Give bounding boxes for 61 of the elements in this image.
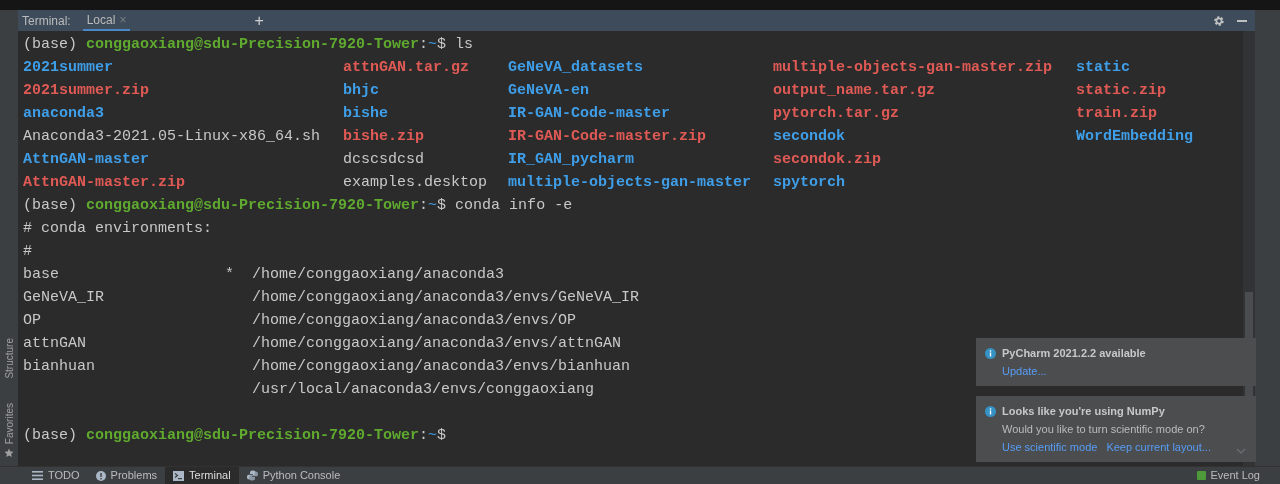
prompt-line: (base) conggaoxiang@sdu-Precision-7920-Tower:~$ ls bbox=[23, 35, 474, 55]
env-name: OP bbox=[23, 312, 41, 329]
notification-text: Would you like to turn scientific mode on? bbox=[1002, 423, 1205, 435]
env-path: /home/conggaoxiang/anaconda3/envs/GeNeVA_IR bbox=[252, 288, 640, 308]
env-path: /home/conggaoxiang/anaconda3/envs/attnGAN bbox=[252, 334, 622, 354]
file-name: static.zip bbox=[1076, 82, 1166, 99]
file-name: bhjc bbox=[343, 82, 379, 99]
file-name: 2021summer.zip bbox=[23, 82, 150, 99]
file-name: Anaconda3-2021.05-Linux-x86_64.sh bbox=[23, 128, 321, 145]
file-name: multiple-objects-gan-master bbox=[508, 174, 752, 191]
event-log-button[interactable]: Event Log bbox=[1197, 467, 1280, 484]
file-name: AttnGAN-master bbox=[23, 151, 150, 168]
file-name: IR-GAN-Code-master bbox=[508, 105, 671, 122]
env-name: attnGAN bbox=[23, 335, 86, 352]
file-name: IR_GAN_pycharm bbox=[508, 151, 635, 168]
env-path: /home/conggaoxiang/anaconda3 bbox=[252, 265, 505, 285]
env-name: bianhuan bbox=[23, 358, 95, 375]
file-name: secondok bbox=[773, 128, 845, 145]
file-name: IR-GAN-Code-master.zip bbox=[508, 128, 707, 145]
file-name: spytorch bbox=[773, 174, 845, 191]
file-name: 2021summer bbox=[23, 59, 113, 76]
add-tab-button[interactable]: + bbox=[254, 12, 264, 29]
active-marker: * bbox=[225, 266, 234, 283]
file-name: output_name.tar.gz bbox=[773, 82, 936, 99]
tool-tab[interactable]: Problems bbox=[87, 467, 166, 484]
file-name: multiple-objects-gan-master.zip bbox=[773, 59, 1053, 76]
tool-tab[interactable]: Python Console bbox=[238, 467, 349, 484]
tool-tab[interactable]: Terminal bbox=[165, 467, 239, 484]
session-tab[interactable]: Local × bbox=[82, 10, 131, 31]
prompt-line: (base) conggaoxiang@sdu-Precision-7920-Tower:~$ bbox=[23, 426, 447, 446]
env-path: /home/conggaoxiang/anaconda3/envs/bianhuan bbox=[252, 357, 631, 377]
file-name: AttnGAN-master.zip bbox=[23, 174, 186, 191]
file-name: GeNeVA-en bbox=[508, 82, 589, 99]
file-name: train.zip bbox=[1076, 105, 1157, 122]
notification-link[interactable]: Update... bbox=[1002, 362, 1047, 380]
file-name: static bbox=[1076, 59, 1130, 76]
notification-title: Looks like you're using NumPy bbox=[1002, 404, 1165, 419]
env-path: /home/conggaoxiang/anaconda3/envs/OP bbox=[252, 311, 577, 331]
env-name: base bbox=[23, 266, 59, 283]
notification-link[interactable]: Keep current layout... bbox=[1106, 438, 1211, 456]
file-name: attnGAN.tar.gz bbox=[343, 59, 470, 76]
file-name: dcscsdcsd bbox=[343, 151, 424, 168]
file-name: examples.desktop bbox=[343, 174, 488, 191]
output-line: # conda environments: bbox=[23, 220, 213, 237]
file-name: pytorch.tar.gz bbox=[773, 105, 900, 122]
file-name: bishe.zip bbox=[343, 128, 424, 145]
file-name: secondok.zip bbox=[773, 151, 882, 168]
side-tab[interactable]: Structure bbox=[1, 338, 17, 379]
file-name: GeNeVA_datasets bbox=[508, 59, 644, 76]
notification-title: PyCharm 2021.2.2 available bbox=[1002, 346, 1146, 361]
env-name: GeNeVA_IR bbox=[23, 289, 104, 306]
file-name: bishe bbox=[343, 105, 388, 122]
tool-tab[interactable]: TODO bbox=[24, 467, 88, 484]
side-tab[interactable]: Favorites bbox=[1, 402, 17, 444]
file-name: WordEmbedding bbox=[1076, 128, 1194, 145]
output-line: # bbox=[23, 243, 32, 260]
env-path: /usr/local/anaconda3/envs/conggaoxiang bbox=[252, 380, 595, 400]
notification-link[interactable]: Use scientific mode bbox=[1002, 438, 1098, 456]
prompt-line: (base) conggaoxiang@sdu-Precision-7920-Tower:~$ conda info -e bbox=[23, 196, 573, 216]
file-name: anaconda3 bbox=[23, 105, 104, 122]
tool-window-title: Terminal: bbox=[22, 12, 71, 30]
